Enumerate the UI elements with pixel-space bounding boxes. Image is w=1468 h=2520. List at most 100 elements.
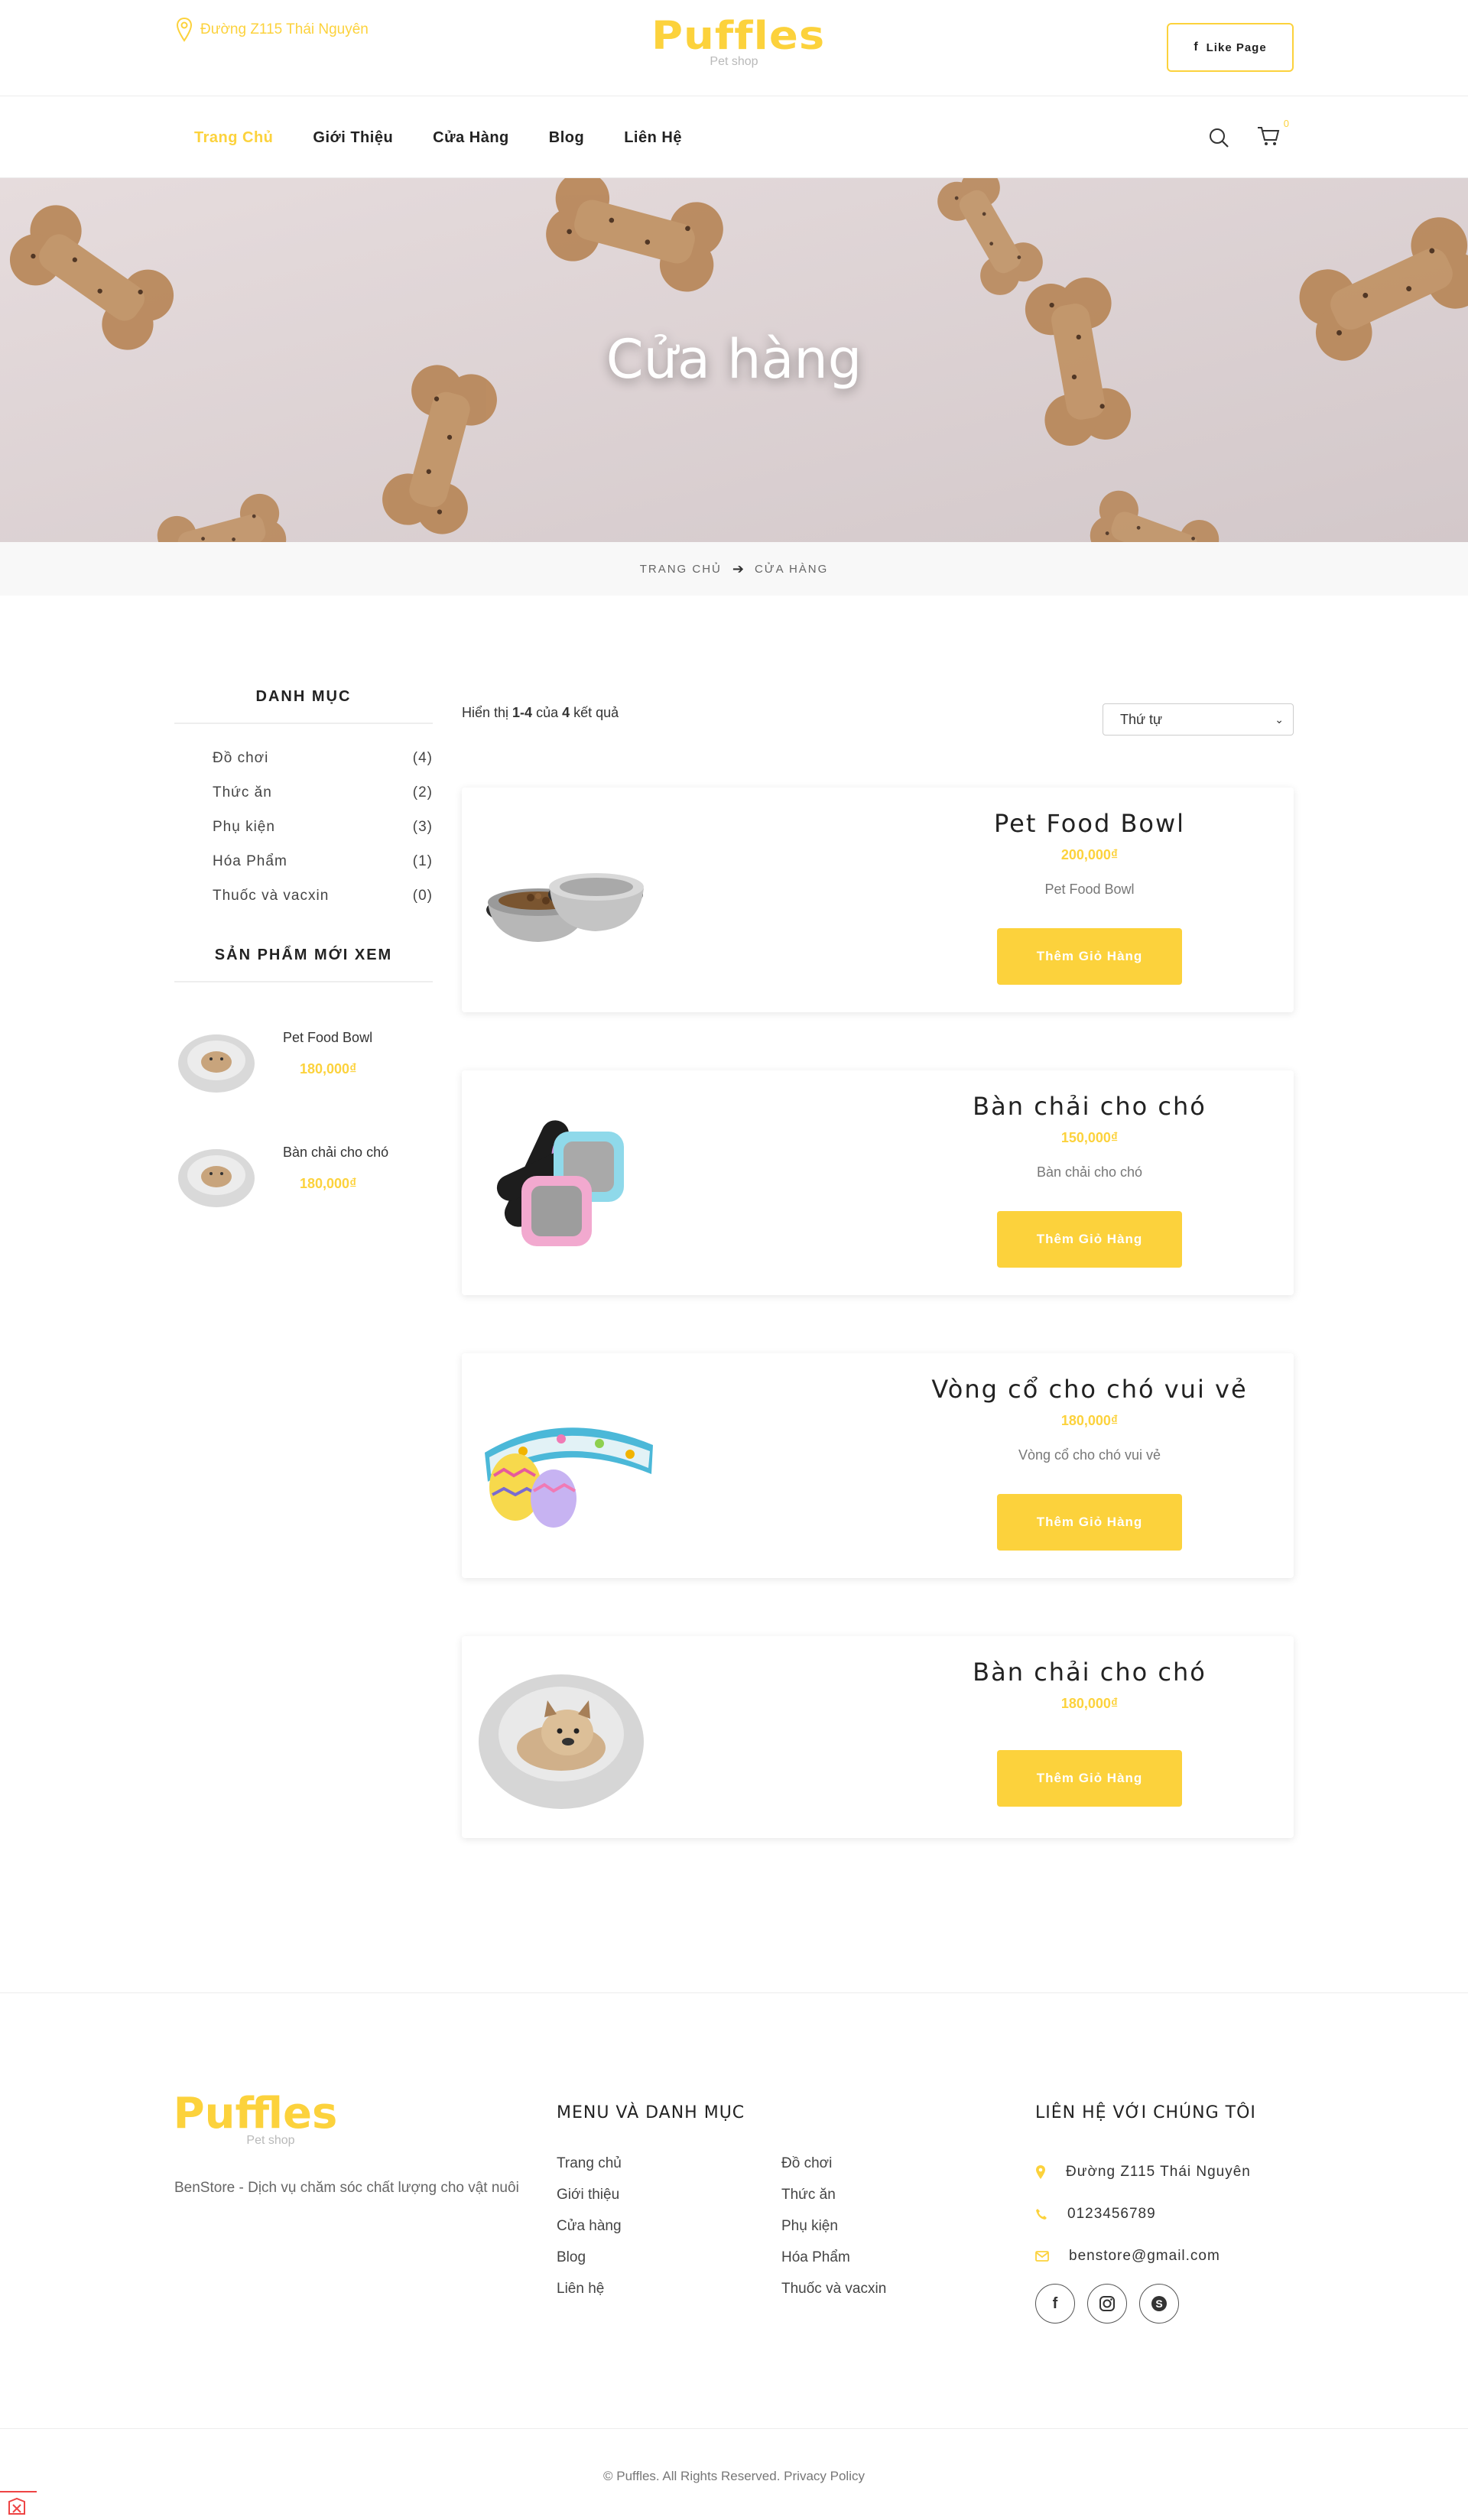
category-item[interactable]: Thức ăn (2) (213, 775, 433, 810)
like-page-button[interactable]: f Like Page (1167, 23, 1294, 72)
footer-link[interactable]: Trang chủ (557, 2155, 622, 2187)
category-list: Đồ chơi (4) Thức ăn (2) Phụ kiện (3) Hóa Ph… (174, 724, 433, 913)
recent-product-name: Bàn chải cho chó (283, 1145, 389, 1160)
category-item[interactable]: Đồ chơi (4) (213, 741, 433, 775)
product-description: Bàn chải cho chó (1036, 1164, 1143, 1180)
top-bar: Đường Z115 Thái Nguyên Puffles Pet shop … (0, 0, 1468, 96)
contact-email: benstore@gmail.com (1035, 2235, 1251, 2277)
product-card: Bàn chải cho chó 150,000₫ Bàn chải cho c… (462, 1070, 1294, 1295)
product-listing: Hiển thị 1-4 của 4 kết quả Thứ tự ⌄ Pet … (462, 688, 1294, 1838)
footer-tagline: BenStore - Dịch vụ chăm sóc chất lượng c… (174, 2180, 519, 2196)
footer-link[interactable]: Hóa Phẩm (781, 2249, 886, 2281)
footer-logo[interactable]: Puffles Pet shop (173, 2091, 338, 2148)
arrow-right-icon: ➔ (732, 560, 744, 576)
sort-select[interactable]: Thứ tự ⌄ (1103, 703, 1294, 736)
sort-selected-value: Thứ tự (1120, 711, 1163, 727)
footer-menu-links: Trang chủ Giới thiệu Cửa hàng Blog Liên … (557, 2155, 622, 2312)
category-item[interactable]: Phụ kiện (3) (213, 810, 433, 844)
result-total: 4 (562, 705, 570, 720)
nav-item-cua-hang[interactable]: Cửa Hàng (433, 129, 509, 147)
cart-button[interactable]: 0 (1257, 118, 1289, 151)
nav-item-lien-he[interactable]: Liên Hệ (624, 129, 682, 147)
footer-link[interactable]: Giới thiệu (557, 2187, 622, 2218)
product-info: Bàn chải cho chó 180,000₫ Thêm Giỏ Hàng (921, 1658, 1259, 1807)
header-address-text: Đường Z115 Thái Nguyên (200, 21, 369, 37)
skype-icon[interactable]: S (1139, 2284, 1179, 2324)
product-card: Vòng cổ cho chó vui vẻ 180,000₫ Vòng cổ … (462, 1353, 1294, 1578)
widget-icon (8, 2497, 25, 2515)
category-name: Đồ chơi (213, 749, 269, 766)
product-image-pet-bed[interactable] (477, 1658, 653, 1818)
add-to-cart-button[interactable]: Thêm Giỏ Hàng (997, 1211, 1182, 1268)
copyright-bar: © Puffles. All Rights Reserved. Privacy … (0, 2428, 1468, 2520)
phone-icon (1036, 2208, 1047, 2220)
search-icon[interactable] (1208, 127, 1229, 148)
add-to-cart-button[interactable]: Thêm Giỏ Hàng (997, 1494, 1182, 1551)
product-description: Pet Food Bowl (1044, 882, 1135, 897)
contact-phone-text: 0123456789 (1067, 2205, 1156, 2222)
result-suffix: kết quả (570, 705, 619, 720)
footer-link[interactable]: Đồ chơi (781, 2155, 886, 2187)
copyright-text: © Puffles. All Rights Reserved. Privacy … (603, 2469, 865, 2483)
product-name[interactable]: Bàn chải cho chó (921, 1658, 1259, 1687)
category-count: (3) (412, 818, 433, 835)
product-name[interactable]: Vòng cổ cho chó vui vẻ (921, 1375, 1259, 1404)
result-mid: của (532, 705, 563, 720)
footer-category-links: Đồ chơi Thức ăn Phụ kiện Hóa Phẩm Thuốc … (781, 2155, 886, 2312)
contact-email-text: benstore@gmail.com (1069, 2247, 1220, 2264)
footer-link[interactable]: Thuốc và vacxin (781, 2281, 886, 2312)
add-to-cart-button[interactable]: Thêm Giỏ Hàng (997, 1750, 1182, 1807)
listing-toolbar: Hiển thị 1-4 của 4 kết quả Thứ tự ⌄ (462, 688, 1294, 736)
recent-product-price: 180,000₫ (300, 1061, 357, 1077)
add-to-cart-button[interactable]: Thêm Giỏ Hàng (997, 928, 1182, 985)
nav-item-trang-chu[interactable]: Trang Chủ (194, 129, 273, 147)
cart-count: 0 (1283, 117, 1289, 129)
breadcrumb: TRANG CHỦ ➔ CỬA HÀNG (0, 542, 1468, 596)
categories-title: DANH MỤC (174, 688, 433, 724)
recent-products: Pet Food Bowl 180,000₫ Bàn chải cho chó … (174, 982, 433, 1250)
recent-product[interactable]: Pet Food Bowl 180,000₫ (174, 1021, 433, 1135)
nav-item-gioi-thieu[interactable]: Giới Thiệu (313, 129, 393, 147)
recent-products-title: SẢN PHẨM MỚI XEM (174, 947, 433, 982)
result-range: 1-4 (512, 705, 533, 720)
corner-widget[interactable] (0, 2491, 37, 2520)
category-count: (2) (412, 784, 433, 800)
category-count: (4) (412, 749, 433, 766)
footer-contact-title: LIÊN HỆ VỚI CHÚNG TÔI (1035, 2103, 1256, 2122)
chevron-down-icon: ⌄ (1275, 713, 1284, 726)
category-name: Phụ kiện (213, 818, 275, 835)
location-pin-icon (1036, 2164, 1045, 2179)
site-logo[interactable]: Puffles Pet shop (651, 14, 826, 69)
product-image-food-bowl[interactable] (477, 818, 653, 979)
footer-menu-title: MENU VÀ DANH MỤC (557, 2103, 745, 2122)
category-item[interactable]: Hóa Phẩm (1) (213, 844, 433, 878)
main-nav: Trang Chủ Giới Thiệu Cửa Hàng Blog Liên … (0, 97, 1468, 178)
facebook-icon[interactable]: f (1035, 2284, 1075, 2324)
hero-banner: Cửa hàng (0, 178, 1468, 542)
footer-contact-list: Đường Z115 Thái Nguyên 0123456789 bensto… (1035, 2151, 1251, 2277)
product-info: Bàn chải cho chó 150,000₫ Bàn chải cho c… (921, 1092, 1259, 1268)
nav-item-blog[interactable]: Blog (549, 129, 584, 147)
recent-product[interactable]: Bàn chải cho chó 180,000₫ (174, 1135, 433, 1250)
contact-phone: 0123456789 (1035, 2193, 1251, 2235)
footer-link[interactable]: Liên hệ (557, 2281, 622, 2312)
logo-text: Puffles (651, 14, 826, 59)
category-item[interactable]: Thuốc và vacxin (0) (213, 878, 433, 913)
category-name: Thức ăn (213, 784, 272, 800)
breadcrumb-home[interactable]: TRANG CHỦ (640, 563, 722, 576)
footer-link[interactable]: Blog (557, 2249, 622, 2281)
product-image-collar[interactable] (477, 1384, 653, 1544)
product-card: Bàn chải cho chó 180,000₫ Thêm Giỏ Hàng (462, 1636, 1294, 1838)
header-address: Đường Z115 Thái Nguyên (176, 17, 369, 43)
footer-link[interactable]: Phụ kiện (781, 2218, 886, 2249)
category-name: Hóa Phẩm (213, 852, 287, 869)
product-name[interactable]: Bàn chải cho chó (921, 1092, 1259, 1121)
product-image-brush[interactable] (477, 1101, 653, 1262)
instagram-icon[interactable] (1087, 2284, 1127, 2324)
social-links: f S (1035, 2284, 1179, 2324)
footer-link[interactable]: Thức ăn (781, 2187, 886, 2218)
product-price: 180,000₫ (1060, 1413, 1119, 1428)
footer-link[interactable]: Cửa hàng (557, 2218, 622, 2249)
sidebar: DANH MỤC Đồ chơi (4) Thức ăn (2) Phụ kiện (… (174, 688, 433, 1250)
product-name[interactable]: Pet Food Bowl (921, 809, 1259, 838)
